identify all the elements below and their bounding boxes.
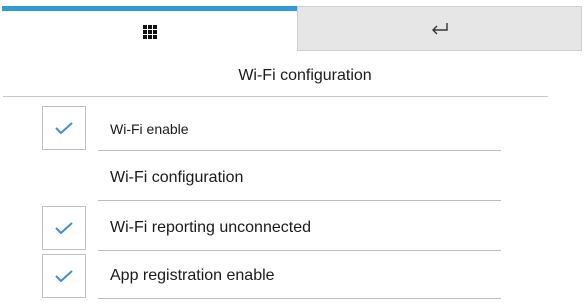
wifi-enable-checkbox[interactable] (42, 106, 86, 150)
row-divider (98, 298, 501, 299)
tab-back[interactable] (297, 6, 582, 51)
check-icon (55, 270, 73, 283)
wifi-reporting-checkbox[interactable] (42, 206, 86, 250)
return-arrow-icon (430, 22, 450, 36)
title-divider (3, 96, 548, 97)
wifi-enable-label: Wi-Fi enable (110, 121, 189, 137)
check-icon (55, 122, 73, 135)
grid-menu-icon (142, 25, 157, 39)
tab-home[interactable] (2, 6, 297, 51)
row-divider (98, 150, 501, 151)
wifi-reporting-label: Wi-Fi reporting unconnected (110, 219, 311, 236)
check-icon (55, 222, 73, 235)
row-divider (98, 250, 501, 251)
page-title: Wi-Fi configuration (238, 67, 372, 84)
screen: Wi-Fi configuration Wi-Fi enable Wi-Fi c… (0, 0, 584, 304)
app-registration-label: App registration enable (110, 267, 275, 284)
row-divider (98, 200, 501, 201)
wifi-configuration-label[interactable]: Wi-Fi configuration (110, 169, 243, 187)
app-registration-checkbox[interactable] (42, 254, 86, 298)
